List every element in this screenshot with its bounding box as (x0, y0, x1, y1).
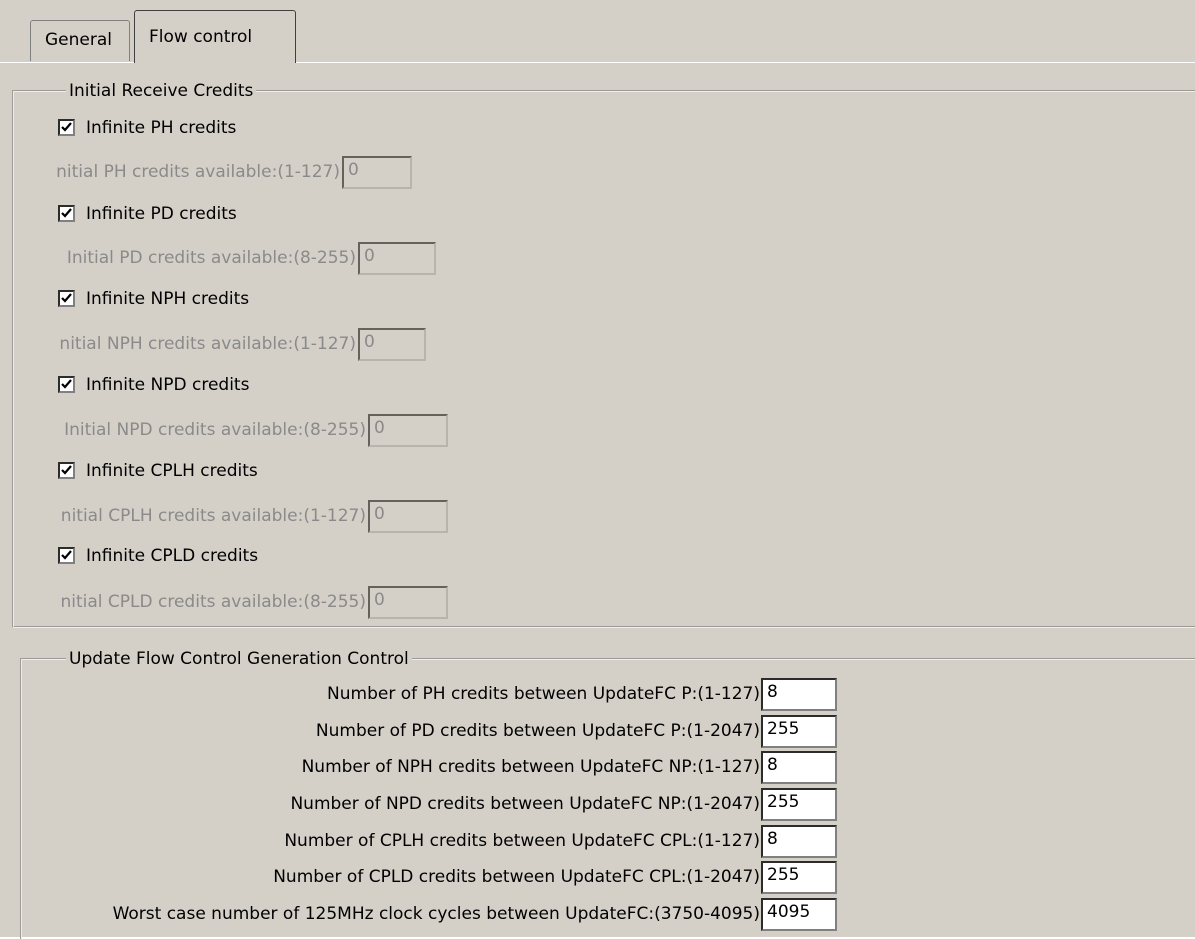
cplh-updatefc-input[interactable]: 8 (761, 825, 837, 858)
tab-flow-control[interactable]: Flow control (134, 10, 296, 63)
infinite-cplh-label: Infinite CPLH credits (86, 461, 258, 481)
infinite-cpld-label: Infinite CPLD credits (86, 546, 259, 566)
initial-nph-credits-input[interactable]: 0 (358, 328, 426, 361)
checkmark-icon (61, 293, 72, 303)
initial-pd-credits-label: Initial PD credits available:(8-255) (66, 248, 356, 268)
checkmark-icon (61, 208, 72, 218)
infinite-ph-checkbox[interactable] (58, 119, 75, 136)
infinite-pd-label: Infinite PD credits (86, 204, 237, 224)
cplh-updatefc-label: Number of CPLH credits between UpdateFC … (284, 831, 760, 851)
checkmark-icon (61, 379, 72, 389)
tab-general-label: General (45, 30, 112, 50)
npd-updatefc-label: Number of NPD credits between UpdateFC N… (290, 794, 760, 814)
checkmark-icon (61, 122, 72, 132)
cpld-updatefc-label: Number of CPLD credits between UpdateFC … (273, 867, 760, 887)
pd-updatefc-input[interactable]: 255 (761, 715, 837, 748)
initial-cpld-credits-input[interactable]: 0 (368, 586, 448, 619)
infinite-pd-checkbox[interactable] (58, 205, 75, 222)
infinite-cpld-checkbox[interactable] (58, 547, 75, 564)
infinite-npd-label: Infinite NPD credits (86, 375, 250, 395)
tab-flow-control-label: Flow control (149, 27, 253, 47)
update-fc-rows: Number of PH credits between UpdateFC P:… (30, 676, 760, 936)
tab-general[interactable]: General (30, 20, 130, 61)
infinite-npd-checkbox[interactable] (58, 376, 75, 393)
infinite-ph-label: Infinite PH credits (86, 118, 237, 138)
initial-nph-credits-label: nitial NPH credits available:(1-127) (59, 334, 356, 354)
infinite-nph-checkbox[interactable] (58, 290, 75, 307)
initial-cplh-credits-label: nitial CPLH credits available:(1-127) (60, 506, 366, 526)
infinite-cplh-checkbox[interactable] (58, 462, 75, 479)
pd-updatefc-label: Number of PD credits between UpdateFC P:… (315, 721, 760, 741)
initial-npd-credits-label: Initial NPD credits available:(8-255) (64, 420, 366, 440)
checkmark-icon (61, 550, 72, 560)
ph-updatefc-label: Number of PH credits between UpdateFC P:… (327, 684, 760, 704)
worst-case-cycles-label: Worst case number of 125MHz clock cycles… (112, 904, 760, 924)
cpld-updatefc-input[interactable]: 255 (761, 861, 837, 894)
initial-cpld-credits-label: nitial CPLD credits available:(8-255) (60, 592, 366, 612)
ph-updatefc-input[interactable]: 8 (761, 678, 837, 711)
initial-cplh-credits-input[interactable]: 0 (368, 500, 448, 533)
npd-updatefc-input[interactable]: 255 (761, 788, 837, 821)
infinite-nph-label: Infinite NPH credits (86, 289, 250, 309)
flow-control-dialog: General Flow control Initial Receive Cre… (0, 0, 1195, 939)
worst-case-cycles-input[interactable]: 4095 (761, 898, 837, 931)
initial-receive-credits-legend: Initial Receive Credits (66, 79, 257, 103)
initial-npd-credits-input[interactable]: 0 (368, 414, 448, 447)
initial-pd-credits-input[interactable]: 0 (358, 242, 436, 275)
initial-ph-credits-input[interactable]: 0 (342, 156, 412, 189)
checkmark-icon (61, 465, 72, 475)
nph-updatefc-label: Number of NPH credits between UpdateFC N… (301, 757, 760, 777)
update-fc-legend: Update Flow Control Generation Control (66, 647, 412, 671)
nph-updatefc-input[interactable]: 8 (761, 751, 837, 784)
tab-strip: General Flow control (0, 0, 1195, 63)
initial-ph-credits-label: nitial PH credits available:(1-127) (56, 162, 340, 182)
